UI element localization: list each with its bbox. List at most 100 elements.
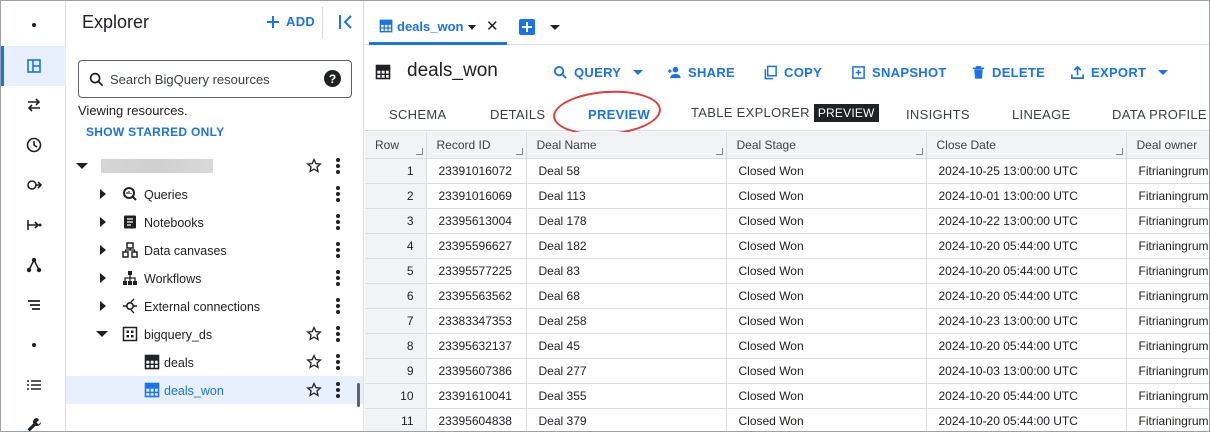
column-header-row[interactable]: Row [365, 132, 427, 159]
cell[interactable]: Closed Won [726, 358, 927, 384]
cell[interactable]: Deal 258 [526, 308, 727, 334]
cell[interactable]: 23391016069 [426, 183, 527, 209]
cell[interactable]: Closed Won [726, 208, 927, 234]
cell[interactable]: 23395604838 [426, 408, 527, 431]
cell[interactable]: 2024-10-03 13:00:00 UTC [926, 358, 1127, 384]
cell[interactable]: Deal 182 [526, 233, 727, 259]
cell[interactable]: Closed Won [726, 233, 927, 259]
cell[interactable]: Deal 58 [526, 158, 727, 184]
more-options-icon[interactable] [336, 326, 340, 342]
tree-row-table-deals[interactable]: deals [66, 348, 363, 376]
query-button[interactable]: QUERY [553, 65, 644, 80]
cell[interactable]: 2024-10-20 05:44:00 UTC [926, 258, 1127, 284]
cell[interactable]: Closed Won [726, 158, 927, 184]
column-header-deal-stage[interactable]: Deal Stage [726, 132, 927, 159]
more-options-icon[interactable] [336, 382, 340, 398]
cell[interactable]: Closed Won [726, 258, 927, 284]
resize-handle-icon[interactable] [915, 147, 923, 155]
snapshot-button[interactable]: SNAPSHOT [851, 65, 947, 80]
new-tab-plus-icon[interactable] [519, 19, 535, 35]
analytics-hub-icon[interactable] [1, 165, 66, 205]
tab-preview[interactable]: PREVIEW [588, 107, 650, 122]
cell[interactable]: Deal 113 [526, 183, 727, 209]
cell[interactable]: 2024-10-01 13:00:00 UTC [926, 183, 1127, 209]
expand-caret-icon[interactable] [100, 245, 106, 255]
cell[interactable]: 23391016072 [426, 158, 527, 184]
star-icon[interactable] [306, 326, 322, 342]
resize-handle-icon[interactable] [515, 147, 523, 155]
wrench-icon[interactable] [1, 405, 66, 431]
cell[interactable]: 23395613004 [426, 208, 527, 234]
resize-handle-icon[interactable] [415, 147, 423, 155]
more-options-icon[interactable] [336, 186, 340, 202]
cell[interactable]: 2024-10-20 05:44:00 UTC [926, 383, 1127, 409]
cell[interactable]: Fitrianingrum [1126, 208, 1209, 234]
tree-row-notebooks[interactable]: Notebooks [66, 208, 363, 236]
expand-caret-icon[interactable] [100, 301, 106, 311]
cell[interactable]: Fitrianingrum [1126, 283, 1209, 309]
data-transfer-icon[interactable] [1, 85, 66, 125]
cell[interactable]: Deal 178 [526, 208, 727, 234]
help-icon[interactable]: ? [324, 70, 341, 87]
cell[interactable]: Fitrianingrum [1126, 383, 1209, 409]
tree-row-external-connections[interactable]: External connections [66, 292, 363, 320]
tree-row-data-canvases[interactable]: Data canvases [66, 236, 363, 264]
cell[interactable]: 2024-10-22 13:00:00 UTC [926, 208, 1127, 234]
collapse-caret-icon[interactable] [96, 331, 108, 337]
more-options-icon[interactable] [336, 242, 340, 258]
close-icon[interactable]: ✕ [486, 17, 499, 35]
pipeline-icon[interactable] [1, 205, 66, 245]
star-icon[interactable] [306, 158, 322, 174]
more-options-icon[interactable] [336, 354, 340, 370]
history-clock-icon[interactable] [1, 125, 66, 165]
tab-list-chevron-down-icon[interactable] [550, 25, 560, 30]
expand-caret-icon[interactable] [76, 163, 88, 169]
column-header-record-id[interactable]: Record ID [426, 132, 527, 159]
cell[interactable]: Fitrianingrum [1126, 358, 1209, 384]
graph-nodes-icon[interactable] [1, 245, 66, 285]
tab-table-explorer[interactable]: TABLE EXPLORER PREVIEW [691, 104, 879, 122]
cell[interactable]: Deal 83 [526, 258, 727, 284]
cell[interactable]: Deal 68 [526, 283, 727, 309]
tree-row-project[interactable] [66, 152, 363, 180]
studio-nav-icon[interactable] [1, 46, 66, 86]
cell[interactable]: 2024-10-20 05:44:00 UTC [926, 283, 1127, 309]
column-header-deal-owner[interactable]: Deal owner [1126, 132, 1209, 159]
resize-handle-icon[interactable] [715, 147, 723, 155]
cell[interactable]: Closed Won [726, 308, 927, 334]
share-button[interactable]: SHARE [667, 65, 735, 80]
expand-caret-icon[interactable] [100, 217, 106, 227]
search-input[interactable] [110, 71, 310, 87]
cell[interactable]: Fitrianingrum [1126, 408, 1209, 431]
tab-insights[interactable]: INSIGHTS [906, 107, 970, 122]
cell[interactable]: 2024-10-20 05:44:00 UTC [926, 408, 1127, 431]
cell[interactable]: 23395577225 [426, 258, 527, 284]
cell[interactable]: Closed Won [726, 383, 927, 409]
explorer-scrollbar[interactable] [357, 383, 360, 407]
cell[interactable]: 23395563562 [426, 283, 527, 309]
cell[interactable]: Deal 355 [526, 383, 727, 409]
cell[interactable]: Closed Won [726, 183, 927, 209]
cell[interactable]: 23395632137 [426, 333, 527, 359]
tab-menu-caret-icon[interactable] [468, 25, 476, 30]
cell[interactable]: Fitrianingrum [1126, 333, 1209, 359]
cell[interactable]: Fitrianingrum [1126, 183, 1209, 209]
cell[interactable]: 23395596627 [426, 233, 527, 259]
tab-deals-won[interactable]: deals_won ✕ [369, 7, 507, 45]
expand-caret-icon[interactable] [100, 189, 106, 199]
search-box[interactable]: ? [78, 60, 352, 98]
export-button[interactable]: EXPORT [1070, 65, 1169, 80]
partition-icon[interactable] [1, 285, 66, 325]
cell[interactable]: Closed Won [726, 283, 927, 309]
more-options-icon[interactable] [336, 270, 340, 286]
tab-schema[interactable]: SCHEMA [389, 107, 446, 122]
tab-details[interactable]: DETAILS [490, 107, 545, 122]
cell[interactable]: Deal 277 [526, 358, 727, 384]
delete-button[interactable]: DELETE [971, 65, 1045, 80]
cell[interactable]: Fitrianingrum [1126, 308, 1209, 334]
cell[interactable]: Fitrianingrum [1126, 258, 1209, 284]
copy-button[interactable]: COPY [763, 65, 822, 80]
cell[interactable]: 23395607386 [426, 358, 527, 384]
expand-caret-icon[interactable] [100, 273, 106, 283]
tree-row-workflows[interactable]: Workflows [66, 264, 363, 292]
